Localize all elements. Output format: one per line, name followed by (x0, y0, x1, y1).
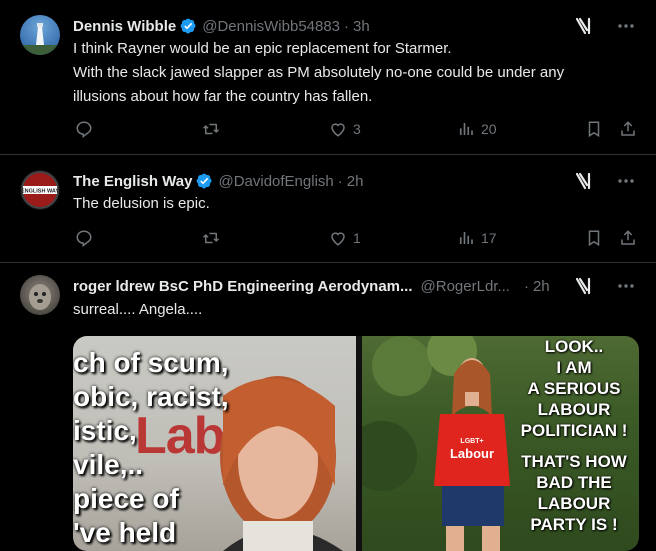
retweet-button[interactable] (201, 120, 221, 138)
tweet-header: Dennis Wibble @DennisWibb54883 · 3h (73, 15, 656, 37)
reply-button[interactable] (75, 229, 93, 247)
separator-dot: · (523, 277, 529, 295)
retweet-button[interactable] (201, 229, 221, 247)
avatar[interactable] (20, 275, 60, 315)
avatar[interactable] (20, 15, 60, 55)
view-count: 20 (481, 121, 497, 137)
bookmark-button[interactable] (585, 229, 603, 247)
view-count: 17 (481, 230, 497, 246)
display-name[interactable]: Dennis Wibble (73, 18, 176, 35)
like-button[interactable]: 1 (329, 229, 361, 247)
reply-icon (76, 121, 92, 138)
media-image-left[interactable]: Labour ch of scum, obic, racist, istic, … (73, 336, 356, 551)
share-icon (621, 121, 635, 136)
more-icon[interactable] (616, 16, 636, 36)
english-way-avatar-image: ENGLISH WAY (21, 171, 59, 209)
tweet-text: The delusion is epic. (73, 192, 636, 216)
meme-caption-right: LOOK.. I AM A SERIOUS LABOUR POLITICIAN … (520, 337, 628, 534)
meme-caption-left: ch of scum, obic, racist, istic, vile,..… (73, 347, 229, 548)
bookmark-icon (588, 230, 600, 247)
share-button[interactable] (619, 120, 637, 138)
media-image-right[interactable]: LGBT+ Labour LOOK.. I AM A SERIOUS LABOU… (362, 336, 639, 551)
views-icon (459, 232, 473, 244)
tweet-actions: 3 20 (73, 120, 636, 140)
bookmark-button[interactable] (585, 120, 603, 138)
tweet-top-actions (574, 276, 636, 296)
like-button[interactable]: 3 (329, 120, 361, 138)
retweet-icon (202, 123, 220, 135)
grok-icon[interactable] (574, 276, 594, 296)
reply-icon (76, 230, 92, 247)
tweet-text-line: With the slack jawed slapper as PM absol… (73, 64, 565, 81)
svg-text:Labour: Labour (450, 446, 494, 461)
retweet-icon (202, 232, 220, 244)
lighthouse-avatar-image (20, 23, 60, 55)
animal-avatar-image (29, 284, 51, 310)
tweet-media-grid[interactable]: Labour ch of scum, obic, racist, istic, … (73, 336, 639, 551)
grok-icon[interactable] (574, 171, 594, 191)
display-name[interactable]: The English Way (73, 173, 192, 190)
tweet-text-line: I think Rayner would be an epic replacem… (73, 40, 452, 57)
more-icon[interactable] (616, 276, 636, 296)
svg-text:LGBT+: LGBT+ (460, 438, 483, 445)
tweet-top-actions (574, 171, 636, 191)
tweet-text: I think Rayner would be an epic replacem… (73, 37, 636, 109)
display-name[interactable]: roger ldrew BsC PhD Engineering Aerodyna… (73, 278, 413, 295)
user-handle[interactable]: @RogerLdr... (421, 278, 510, 295)
like-count: 1 (353, 230, 361, 246)
tweet-header: roger ldrew BsC PhD Engineering Aerodyna… (73, 275, 656, 297)
reply-button[interactable] (75, 120, 93, 138)
tweet-1[interactable]: Dennis Wibble @DennisWibb54883 · 3h I th… (0, 0, 656, 155)
like-icon (331, 232, 345, 246)
separator-dot: · (337, 172, 343, 190)
tweet-text: surreal.... Angela.... (73, 298, 636, 322)
like-count: 3 (353, 121, 361, 137)
tweet-text-line: illusions about how far the country has … (73, 88, 373, 105)
like-icon (331, 123, 345, 137)
tweet-text-line: surreal.... Angela.... (73, 301, 203, 318)
verified-badge-icon[interactable] (195, 172, 213, 190)
views-button[interactable]: 17 (457, 229, 497, 247)
timestamp[interactable]: 2h (347, 173, 364, 190)
bookmark-icon (588, 121, 600, 138)
svg-text:ENGLISH WAY: ENGLISH WAY (21, 189, 59, 195)
tweet-2[interactable]: ENGLISH WAY The English Way @DavidofEngl… (0, 155, 656, 263)
share-button[interactable] (619, 229, 637, 247)
timestamp[interactable]: 2h (533, 278, 550, 295)
avatar[interactable]: ENGLISH WAY (20, 170, 60, 210)
share-icon (621, 230, 635, 245)
views-icon (459, 123, 473, 135)
tweet-actions: 1 17 (73, 229, 636, 249)
user-handle[interactable]: @DennisWibb54883 (202, 18, 340, 35)
tweet-header: The English Way @DavidofEnglish · 2h (73, 170, 656, 192)
verified-badge-icon[interactable] (179, 17, 197, 35)
views-button[interactable]: 20 (457, 120, 497, 138)
timestamp[interactable]: 3h (353, 18, 370, 35)
grok-icon[interactable] (574, 16, 594, 36)
tweet-text-line: The delusion is epic. (73, 195, 210, 212)
more-icon[interactable] (616, 171, 636, 191)
user-handle[interactable]: @DavidofEnglish (218, 173, 333, 190)
separator-dot: · (344, 17, 350, 35)
tweet-top-actions (574, 16, 636, 36)
